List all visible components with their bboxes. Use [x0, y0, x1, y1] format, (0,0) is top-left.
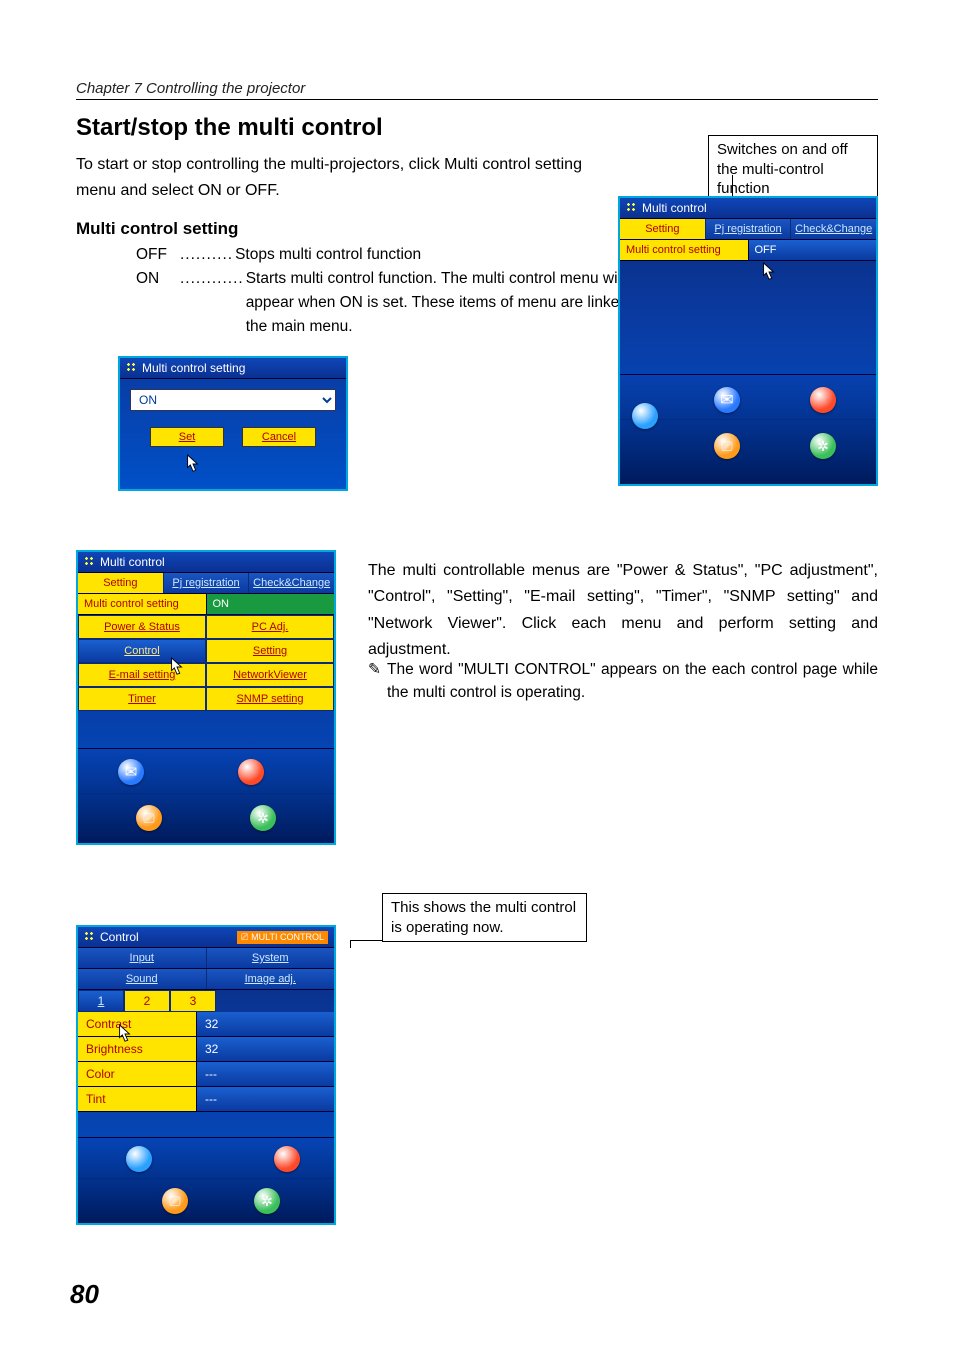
tray-icon[interactable]: [238, 759, 264, 785]
right-paragraph: The multi controllable menus are "Power …: [368, 558, 878, 664]
leader-line: [350, 940, 382, 941]
tab-setting[interactable]: Setting: [78, 573, 164, 593]
menu-email-setting[interactable]: E-mail setting: [78, 663, 206, 687]
projector-icon[interactable]: ⎚: [714, 433, 740, 459]
screenshot-multi-control-off: Multi control Setting Pj registration Ch…: [618, 196, 878, 486]
grid-icon: [626, 201, 636, 215]
cancel-button[interactable]: Cancel: [242, 427, 316, 447]
tray-icon[interactable]: [810, 387, 836, 413]
menu-setting[interactable]: Setting: [206, 639, 334, 663]
set-button[interactable]: Set: [150, 427, 224, 447]
gear-icon[interactable]: ✲: [254, 1188, 280, 1214]
grid-icon: [126, 361, 136, 375]
dialog-title: Multi control setting: [142, 361, 245, 375]
multi-control-setting-label[interactable]: Multi control setting: [78, 594, 206, 614]
callout-operating: This shows the multi control is operatin…: [382, 893, 587, 942]
callout-switch: Switches on and off the multi-control fu…: [708, 135, 878, 204]
multi-control-setting-value: OFF: [748, 240, 877, 260]
menu-control[interactable]: Control: [78, 639, 206, 663]
tab-input[interactable]: Input: [78, 948, 207, 968]
menu-network-viewer[interactable]: NetworkViewer: [206, 663, 334, 687]
tab-sound[interactable]: Sound: [78, 969, 207, 989]
cursor-icon: [168, 657, 186, 680]
cursor-icon: [116, 1024, 134, 1047]
screenshot-multi-control-dialog: Multi control setting ON Set Cancel: [118, 356, 348, 491]
menu-power-status[interactable]: Power & Status: [78, 615, 206, 639]
tab-check-change[interactable]: Check&Change: [249, 573, 334, 593]
tray-icon[interactable]: [274, 1146, 300, 1172]
menu-timer[interactable]: Timer: [78, 687, 206, 711]
tray-icon[interactable]: [126, 1146, 152, 1172]
page-tab-3[interactable]: 3: [170, 990, 216, 1012]
note-text: The word "MULTI CONTROL" appears on the …: [387, 658, 878, 705]
tab-image-adj[interactable]: Image adj.: [207, 969, 335, 989]
projector-icon[interactable]: ⎚: [162, 1188, 188, 1214]
mail-icon[interactable]: ✉: [714, 387, 740, 413]
multi-control-setting-value: ON: [206, 594, 335, 614]
cursor-icon: [760, 262, 778, 285]
menu-pc-adj[interactable]: PC Adj.: [206, 615, 334, 639]
screenshot-multi-control-on: Multi control Setting Pj registration Ch…: [76, 550, 336, 845]
intro-text: To start or stop controlling the multi-p…: [76, 152, 596, 205]
row-tint-label: Tint: [78, 1087, 196, 1111]
cursor-icon: [184, 454, 202, 477]
tab-check-change[interactable]: Check&Change: [791, 219, 876, 239]
screenshot-control-page: Control ⎚ MULTI CONTROL Input System Sou…: [76, 925, 336, 1225]
shot2-title: Multi control: [100, 555, 165, 569]
gear-icon[interactable]: ✲: [810, 433, 836, 459]
row-color-label: Color: [78, 1062, 196, 1086]
grid-icon: [84, 555, 94, 569]
page-number: 80: [70, 1279, 99, 1310]
icon-tray: ⎚ ✲: [78, 1137, 334, 1223]
tab-pj-registration[interactable]: Pj registration: [706, 219, 792, 239]
row-color-value[interactable]: ---: [196, 1062, 334, 1086]
mail-icon[interactable]: ✉: [118, 759, 144, 785]
setting-on-desc: Starts multi control function. The multi…: [246, 267, 646, 339]
multi-control-setting-label[interactable]: Multi control setting: [620, 240, 748, 260]
tab-setting[interactable]: Setting: [620, 219, 706, 239]
row-contrast-value[interactable]: 32: [196, 1012, 334, 1036]
setting-off-desc: Stops multi control function: [235, 243, 421, 267]
shot3-title: Control: [100, 930, 139, 944]
row-tint-value[interactable]: ---: [196, 1087, 334, 1111]
leader-line: [350, 940, 351, 948]
menu-snmp-setting[interactable]: SNMP setting: [206, 687, 334, 711]
setting-on-dots: ............: [178, 267, 246, 339]
projector-icon[interactable]: ⎚: [136, 805, 162, 831]
tab-system[interactable]: System: [207, 948, 335, 968]
row-contrast-label: Contrast: [78, 1012, 196, 1036]
chapter-title: Chapter 7 Controlling the projector: [76, 80, 878, 100]
multi-control-badge: ⎚ MULTI CONTROL: [237, 931, 328, 944]
tab-pj-registration[interactable]: Pj registration: [164, 573, 250, 593]
tray-icon[interactable]: [632, 403, 658, 429]
row-brightness-value[interactable]: 32: [196, 1037, 334, 1061]
row-brightness-label: Brightness: [78, 1037, 196, 1061]
setting-off-key: OFF: [136, 243, 178, 267]
pencil-icon: ✎: [368, 658, 381, 705]
setting-off-dots: ..........: [178, 243, 235, 267]
page-tab-1[interactable]: 1: [78, 990, 124, 1012]
page-tab-2[interactable]: 2: [124, 990, 170, 1012]
grid-icon: [84, 930, 94, 944]
shot1-title: Multi control: [642, 201, 707, 215]
multi-control-select[interactable]: ON: [130, 389, 336, 411]
badge-icon: ⎚: [241, 932, 248, 943]
gear-icon[interactable]: ✲: [250, 805, 276, 831]
icon-tray: ✉ ⎚ ✲: [620, 374, 876, 484]
icon-tray: ✉ ⎚ ✲: [78, 748, 334, 843]
setting-on-key: ON: [136, 267, 178, 339]
